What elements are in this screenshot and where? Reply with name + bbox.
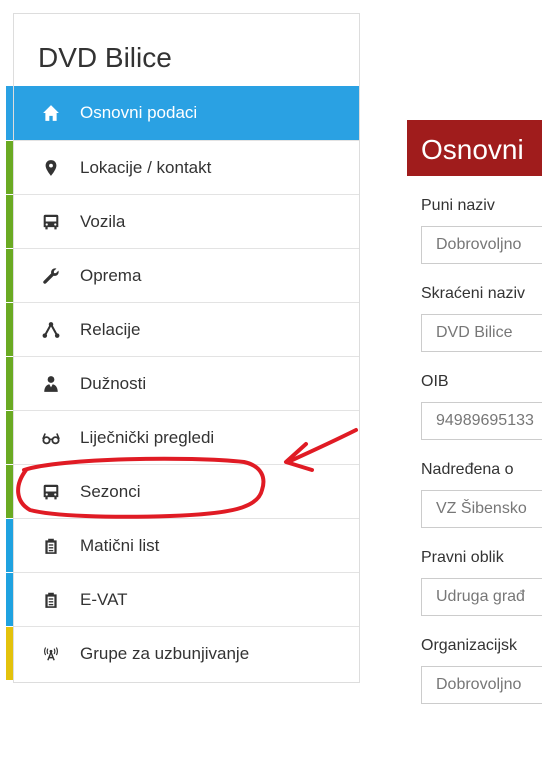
field-label: Skraćeni naziv xyxy=(421,285,526,302)
sidebar-item-lijecnicki-pregledi[interactable]: Liječnički pregledi xyxy=(6,410,359,464)
bus-icon xyxy=(40,211,62,233)
sidebar-item-label: Vozila xyxy=(80,211,126,231)
user-tie-icon xyxy=(40,373,62,395)
sidebar-item-color-stripe xyxy=(6,411,13,464)
field-legal-form: Pravni oblik Udruga građ xyxy=(421,548,542,616)
sidebar-item-vozila[interactable]: Vozila xyxy=(6,194,359,248)
sidebar-item-lokacije-kontakt[interactable]: Lokacije / kontakt xyxy=(6,140,359,194)
field-label: Pravni oblik xyxy=(421,549,504,566)
field-label: Nadređena o xyxy=(421,461,514,478)
sidebar-item-color-stripe xyxy=(6,465,13,518)
sidebar-title: DVD Bilice xyxy=(38,42,172,73)
sidebar-item-color-stripe xyxy=(6,249,13,302)
sidebar-item-grupe-za-uzbunjivanje[interactable]: Grupe za uzbunjivanje xyxy=(6,626,359,680)
field-full-name: Puni naziv Dobrovoljno xyxy=(421,196,542,264)
sidebar-item-color-stripe xyxy=(6,303,13,356)
field-label: Organizacijsk xyxy=(421,637,518,654)
wrench-icon xyxy=(40,265,62,287)
broadcast-icon xyxy=(40,643,62,665)
sidebar-item-color-stripe xyxy=(6,86,13,140)
field-short-name: Skraćeni naziv DVD Bilice xyxy=(421,284,542,352)
sidebar-item-label: Dužnosti xyxy=(80,373,147,393)
sidebar-item-sezonci[interactable]: Sezonci xyxy=(6,464,359,518)
sidebar-item-color-stripe xyxy=(6,141,13,194)
map-marker-icon xyxy=(40,157,62,179)
sidebar-item-label: E-VAT xyxy=(80,589,128,609)
sidebar-item-maticni-list[interactable]: Matični list xyxy=(6,518,359,572)
short-name-input[interactable]: DVD Bilice xyxy=(421,314,542,352)
glasses-icon xyxy=(40,427,62,449)
parent-org-input[interactable]: VZ Šibensko xyxy=(421,490,542,528)
clipboard-icon xyxy=(40,589,62,611)
network-icon xyxy=(40,319,62,341)
sidebar-item-color-stripe xyxy=(6,357,13,410)
basic-info-panel: Osnovni Puni naziv Dobrovoljno Skraćeni … xyxy=(407,120,542,772)
field-label: OIB xyxy=(421,373,449,390)
field-org-type: Organizacijsk Dobrovoljno xyxy=(421,636,542,704)
legal-form-input[interactable]: Udruga građ xyxy=(421,578,542,616)
oib-input[interactable]: 94989695133 xyxy=(421,402,542,440)
sidebar-item-relacije[interactable]: Relacije xyxy=(6,302,359,356)
sidebar-item-color-stripe xyxy=(6,195,13,248)
sidebar-item-label: Matični list xyxy=(80,535,160,555)
sidebar-item-color-stripe xyxy=(6,519,13,572)
sidebar-item-label: Oprema xyxy=(80,265,142,285)
sidebar-item-color-stripe xyxy=(6,573,13,626)
sidebar-item-label: Osnovni podaci xyxy=(80,103,198,122)
panel-title: Osnovni xyxy=(407,120,542,176)
clipboard-icon xyxy=(40,535,62,557)
sidebar-item-e-vat[interactable]: E-VAT xyxy=(6,572,359,626)
sidebar: DVD Bilice Osnovni podaci Lokacije / kon… xyxy=(6,13,360,683)
sidebar-item-label: Relacije xyxy=(80,319,141,339)
org-type-input[interactable]: Dobrovoljno xyxy=(421,666,542,704)
sidebar-item-label: Lokacije / kontakt xyxy=(80,157,212,177)
sidebar-item-label: Grupe za uzbunjivanje xyxy=(80,643,250,663)
field-parent-org: Nadređena o VZ Šibensko xyxy=(421,460,542,528)
sidebar-item-label: Liječnički pregledi xyxy=(80,427,215,447)
sidebar-item-label: Sezonci xyxy=(80,481,141,501)
sidebar-item-color-stripe xyxy=(6,627,13,680)
field-label: Puni naziv xyxy=(421,197,495,214)
sidebar-item-duznosti[interactable]: Dužnosti xyxy=(6,356,359,410)
bus-icon xyxy=(40,481,62,503)
sidebar-menu: Osnovni podaci Lokacije / kontakt Vozila… xyxy=(6,86,359,680)
sidebar-item-osnovni-podaci[interactable]: Osnovni podaci xyxy=(6,86,359,140)
field-oib: OIB 94989695133 xyxy=(421,372,542,440)
sidebar-item-oprema[interactable]: Oprema xyxy=(6,248,359,302)
full-name-input[interactable]: Dobrovoljno xyxy=(421,226,542,264)
home-icon xyxy=(40,102,62,124)
